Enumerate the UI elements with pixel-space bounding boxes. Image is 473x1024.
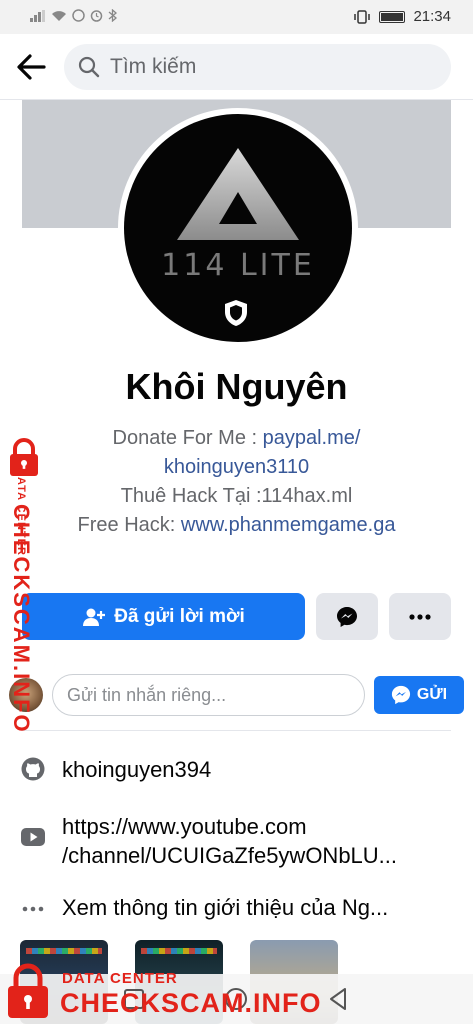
bio-freehack-label: Free Hack: — [77, 514, 181, 536]
github-icon — [21, 757, 45, 781]
signal-icon — [30, 9, 45, 22]
send-button[interactable]: GỬI — [374, 676, 464, 714]
status-icons-left — [30, 9, 117, 22]
message-placeholder: Gửi tin nhắn riêng... — [67, 685, 227, 705]
bio-line-3: Thuê Hack Tại :114hax.ml — [120, 485, 353, 507]
ellipsis-icon — [22, 906, 44, 912]
alarm-icon — [90, 10, 103, 22]
bio-line-4: Free Hack: www.phanmemgame.ga — [0, 511, 473, 540]
vibrate-icon — [354, 9, 371, 24]
lock-icon — [8, 963, 48, 1018]
profile-name: Khôi Nguyên — [125, 366, 348, 407]
bio-paypal-link[interactable]: paypal.me/ — [263, 427, 361, 449]
bio-line-2: khoinguyen3110 — [0, 453, 473, 482]
back-arrow-icon[interactable] — [14, 50, 48, 84]
youtube-icon — [21, 828, 45, 846]
nav-back-icon[interactable] — [328, 987, 348, 1011]
search-icon — [78, 56, 100, 78]
messenger-button[interactable] — [316, 593, 378, 640]
sync-icon — [72, 9, 85, 22]
status-time: 21:34 — [413, 8, 451, 25]
bio-website-link[interactable]: www.phanmemgame.ga — [181, 514, 396, 536]
watermark-main-text: CHECKSCAM.INFO — [60, 988, 322, 1018]
top-header: Tìm kiếm — [0, 34, 473, 100]
watermark-main-text: CHECKSCAM.INFO — [9, 504, 34, 734]
watermark-sub-text: DATA CENTER — [62, 970, 178, 987]
friend-request-label: Đã gửi lời mời — [114, 605, 245, 627]
more-options-button[interactable] — [389, 593, 451, 640]
about-link: Xem thông tin giới thiệu của Ng... — [62, 895, 389, 920]
messenger-icon — [337, 606, 357, 627]
bio-donate-label: Donate For Me : — [112, 427, 263, 449]
friend-request-sent-button[interactable]: Đã gửi lời mời — [22, 593, 305, 640]
divider — [22, 730, 451, 731]
bio-line-1: Donate For Me : paypal.me/ — [0, 424, 473, 453]
add-friend-icon — [83, 608, 106, 626]
more-icon — [409, 613, 431, 620]
youtube-link-line-2: /channel/UCUIGaZfe5ywONbLU... — [62, 843, 398, 868]
messenger-icon — [391, 685, 410, 705]
bluetooth-icon — [108, 9, 117, 22]
github-username: khoinguyen394 — [62, 757, 212, 782]
status-icons-right: 21:34 — [353, 8, 451, 25]
profile-bio: Donate For Me : paypal.me/ khoinguyen311… — [0, 424, 473, 540]
status-bar: 21:34 — [0, 0, 473, 34]
search-input[interactable]: Tìm kiếm — [64, 44, 451, 90]
watermark-bottom: DATA CENTER CHECKSCAM.INFO — [4, 962, 324, 1022]
battery-icon — [379, 10, 406, 23]
avatar-caption: 114 LITE — [161, 248, 315, 283]
triangle-logo-icon — [177, 148, 299, 240]
bio-paypal-link-cont[interactable]: khoinguyen3110 — [164, 456, 309, 478]
search-placeholder: Tìm kiếm — [110, 55, 197, 78]
send-label: GỬI — [416, 686, 448, 703]
wifi-icon — [52, 10, 66, 21]
youtube-link-line-1: https://www.youtube.com — [62, 814, 307, 839]
private-message-input[interactable]: Gửi tin nhắn riêng... — [52, 674, 365, 716]
shield-icon — [225, 300, 247, 326]
watermark-side: DATA CENTER CHECKSCAM.INFO — [0, 438, 58, 734]
